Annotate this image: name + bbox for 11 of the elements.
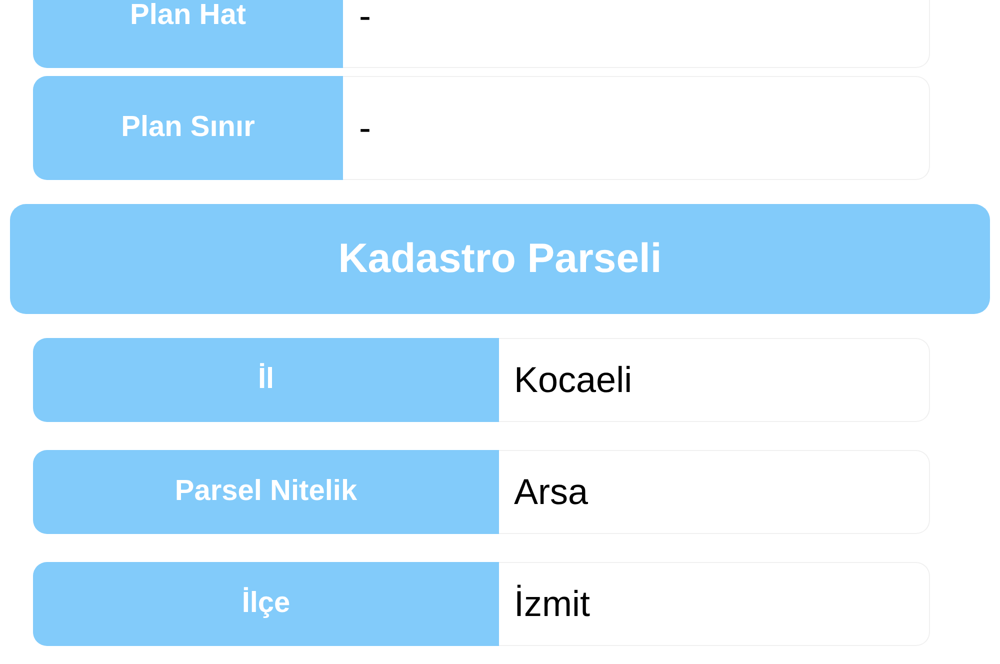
field-label: Parsel Nitelik <box>33 450 499 534</box>
field-value: - <box>343 76 930 180</box>
section-header: Kadastro Parseli <box>10 204 990 314</box>
field-value: İzmit <box>499 562 930 646</box>
field-value: Arsa <box>499 450 930 534</box>
field-label: İl <box>33 338 499 422</box>
field-value: - <box>343 0 930 68</box>
field-label: İlçe <box>33 562 499 646</box>
field-label: Plan Sınır <box>33 76 343 180</box>
field-label: Plan Hat <box>33 0 343 68</box>
field-value: Kocaeli <box>499 338 930 422</box>
